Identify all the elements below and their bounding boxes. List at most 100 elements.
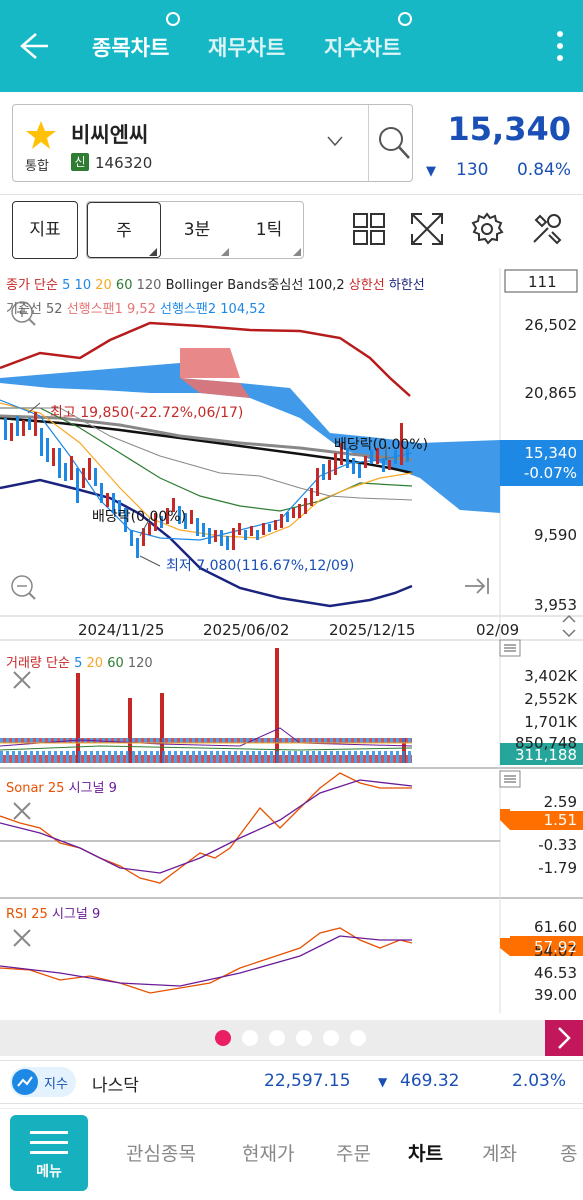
menu-button[interactable]: 메뉴 — [10, 1115, 88, 1191]
page-dot — [296, 1030, 312, 1046]
current-price-tag-text: 15,340 — [524, 444, 578, 462]
page-dot — [242, 1030, 258, 1046]
app-header: 종목차트 재무차트 지수차트 — [0, 0, 583, 92]
high-annotation: 최고 19,850(-22.72%,06/17) — [50, 405, 244, 421]
price-change: 130 — [456, 160, 489, 180]
bollinger-lower-line — [0, 478, 413, 608]
bottom-navigation: 메뉴 관심종목 현재가 주문 차트 계좌 종 — [0, 1108, 583, 1200]
sonar-current-tag-text: 1.51 — [543, 811, 577, 829]
nav-more[interactable]: 종 — [560, 1139, 577, 1166]
market-label: 통합 — [25, 159, 49, 174]
volume-axis-label: 1,701K — [524, 713, 577, 731]
index-change-pct: 2.03% — [512, 1071, 567, 1091]
count-box-label[interactable]: 111 — [528, 273, 557, 291]
tab-badge-icon — [166, 12, 180, 26]
rsi-legend[interactable]: RSI 25 시그널 9 — [6, 903, 100, 922]
price-change-pct: 0.84% — [516, 160, 571, 180]
dividend-annotation: 배당락(0.00%) — [92, 509, 187, 525]
settings-gear-icon[interactable] — [470, 212, 504, 246]
rsi-axis-label: 46.53 — [534, 964, 577, 982]
page-dot-active — [215, 1030, 231, 1046]
volume-axis-label: 2,552K — [524, 690, 577, 708]
nav-account[interactable]: 계좌 — [482, 1139, 517, 1166]
stock-selector[interactable]: 비씨엔씨 통합 신 146320 — [12, 104, 413, 182]
page-dot — [269, 1030, 285, 1046]
nav-chart[interactable]: 차트 — [408, 1139, 443, 1166]
x-axis-label: 2025/06/02 — [203, 621, 290, 639]
y-axis-label: 9,590 — [534, 526, 577, 544]
cloud-span1 — [180, 348, 240, 378]
indicator-button[interactable]: 지표 — [12, 201, 78, 259]
nav-current-price[interactable]: 현재가 — [242, 1139, 294, 1166]
down-triangle-icon: ▼ — [378, 1075, 388, 1089]
sonar-axis-label: -1.79 — [538, 859, 577, 877]
credit-badge: 신 — [71, 153, 89, 171]
menu-label: 메뉴 — [36, 1164, 62, 1180]
index-value: 22,597.15 — [264, 1071, 351, 1091]
hamburger-icon — [30, 1131, 68, 1154]
page-dot — [323, 1030, 339, 1046]
x-axis-label: 2024/11/25 — [78, 621, 165, 639]
price-legend[interactable]: 종가 단순 5 10 20 60 120 Bollinger Bands중심선 … — [6, 274, 425, 293]
current-price: 15,340 — [447, 110, 571, 148]
index-name: 나스닥 — [92, 1076, 139, 1096]
ichimoku-legend[interactable]: 기준선 52 선행스팬1 9,52 선행스팬2 104,52 — [6, 298, 266, 317]
divider — [368, 105, 369, 181]
fullscreen-icon[interactable] — [410, 212, 444, 246]
period-selector[interactable]: 주 3분 1틱 — [86, 201, 304, 259]
rsi-current-tag-text: 57.92 — [534, 938, 577, 956]
current-pct-tag-text: -0.07% — [523, 464, 577, 482]
search-icon[interactable] — [377, 125, 411, 161]
index-badge: 지수 — [10, 1067, 76, 1097]
index-ticker[interactable]: 지수 나스닥 22,597.15 ▼ 469.32 2.03% — [0, 1060, 583, 1104]
trend-up-icon — [12, 1069, 38, 1095]
corner-triangle-icon — [221, 248, 229, 256]
nav-order[interactable]: 주문 — [336, 1139, 371, 1166]
scroll-to-end-icon[interactable] — [465, 578, 489, 594]
rsi-line — [0, 927, 413, 994]
y-axis-label: 3,953 — [534, 596, 577, 614]
stock-name: 비씨엔씨 — [71, 123, 149, 147]
divider — [0, 194, 583, 195]
close-panel-icon[interactable] — [13, 929, 31, 947]
y-axis-label: 20,865 — [524, 384, 578, 402]
sonar-axis-label: -0.33 — [538, 836, 577, 854]
next-page-arrow-icon[interactable] — [545, 1020, 583, 1056]
rsi-axis-label: 61.60 — [534, 918, 577, 936]
more-menu-icon[interactable] — [557, 30, 563, 62]
dividend-annotation: 배당락(0.00%) — [334, 437, 429, 453]
chevron-down-icon[interactable] — [327, 135, 343, 147]
sonar-axis-label: 2.59 — [543, 793, 577, 811]
nav-watchlist[interactable]: 관심종목 — [126, 1139, 196, 1166]
rsi-axis-label: 39.00 — [534, 986, 577, 1004]
star-favorite-icon[interactable] — [25, 119, 57, 151]
volume-axis-label: 3,402K — [524, 667, 577, 685]
y-axis-label: 26,502 — [524, 316, 578, 334]
back-arrow-icon[interactable] — [14, 28, 50, 64]
page-dot — [350, 1030, 366, 1046]
tab-badge-icon — [398, 12, 412, 26]
tab-stock-chart[interactable]: 종목차트 — [92, 32, 169, 62]
zoom-out-icon[interactable] — [11, 575, 36, 600]
down-triangle-icon: ▼ — [426, 164, 436, 179]
grid-layout-icon[interactable] — [352, 212, 386, 246]
volume-current-tag-text: 311,188 — [514, 746, 577, 764]
page-indicator — [0, 1020, 583, 1056]
annotation-leader — [139, 555, 161, 567]
stock-code: 146320 — [95, 154, 153, 172]
x-axis-label: 2025/12/15 — [329, 621, 416, 639]
close-panel-icon[interactable] — [13, 671, 31, 689]
tab-financial-chart[interactable]: 재무차트 — [208, 32, 285, 62]
close-panel-icon[interactable] — [13, 802, 31, 820]
tab-index-chart[interactable]: 지수차트 — [324, 32, 401, 62]
corner-triangle-icon — [293, 248, 301, 256]
tools-wrench-icon[interactable] — [530, 212, 564, 246]
corner-triangle-icon — [149, 248, 157, 256]
index-change: 469.32 — [400, 1071, 460, 1091]
sonar-legend[interactable]: Sonar 25 시그널 9 — [6, 777, 117, 796]
low-annotation: 최저 7,080(116.67%,12/09) — [166, 558, 355, 574]
x-axis-label: 02/09 — [476, 621, 520, 639]
volume-legend[interactable]: 거래량 단순 5 20 60 120 — [6, 652, 153, 671]
rsi-signal-line — [0, 935, 412, 987]
axis-scroll-icon — [562, 614, 576, 638]
